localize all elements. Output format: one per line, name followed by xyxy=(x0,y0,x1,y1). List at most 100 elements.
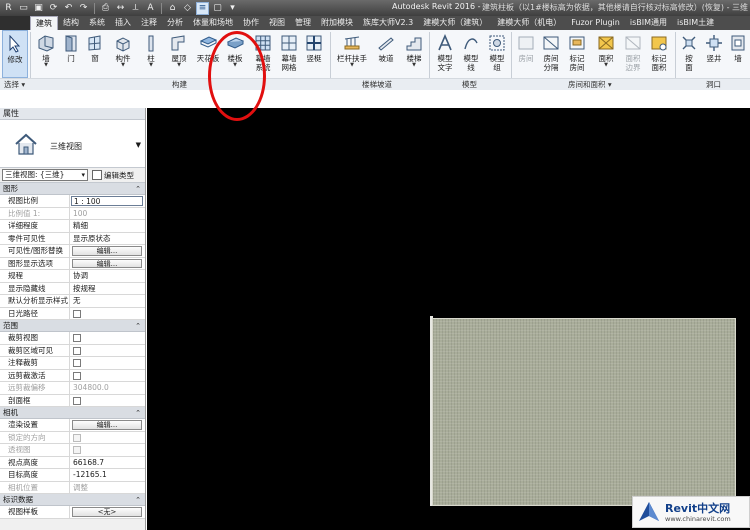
thin-lines-icon[interactable]: ≡ xyxy=(196,1,209,15)
tag-room-button[interactable]: 标记 房间 xyxy=(564,30,590,78)
collapse-icon[interactable]: ⌃ xyxy=(135,407,141,419)
property-value-input[interactable]: 1 : 100 xyxy=(71,196,143,206)
property-value[interactable]: 按规程 xyxy=(73,284,96,293)
section-icon[interactable]: ◇ xyxy=(181,2,194,15)
panel-label-room-area[interactable]: 房间和面积 ▾ xyxy=(568,79,612,90)
property-checkbox[interactable] xyxy=(73,396,81,405)
property-checkbox[interactable] xyxy=(73,346,81,355)
tab-family-library[interactable]: 族库大师V2.3 xyxy=(358,16,418,30)
column-button[interactable]: 柱 ▼ xyxy=(140,30,162,78)
3d-view-icon[interactable]: ⌂ xyxy=(166,2,179,15)
property-value[interactable]: 显示原状态 xyxy=(73,234,111,243)
floor-slab-3d[interactable] xyxy=(432,318,736,506)
tab-annotate[interactable]: 注释 xyxy=(136,16,162,30)
model-line-button[interactable]: 模型 线 xyxy=(458,30,484,78)
room-separator-button[interactable]: 房间 分隔 xyxy=(538,30,564,78)
window-button[interactable]: 窗 xyxy=(84,30,106,78)
collapse-icon[interactable]: ⌃ xyxy=(135,494,141,506)
collapse-icon[interactable]: ⌃ xyxy=(135,320,141,332)
property-checkbox[interactable] xyxy=(73,359,81,367)
save-icon[interactable]: ▣ xyxy=(32,2,45,15)
sync-icon[interactable]: ⟳ xyxy=(47,2,60,15)
property-value[interactable]: 无 xyxy=(73,296,81,305)
property-section-header[interactable]: 范围 ⌃ xyxy=(0,320,145,332)
print-icon[interactable]: ⎙ xyxy=(99,2,112,15)
property-value[interactable]: -12165.1 xyxy=(73,470,107,479)
tab-addins[interactable]: 附加模块 xyxy=(316,16,358,30)
roof-button[interactable]: 屋顶 ▼ xyxy=(166,30,192,78)
railing-button[interactable]: 栏杆扶手 ▼ xyxy=(334,30,370,78)
wall-opening-button[interactable]: 墙 xyxy=(728,30,748,78)
curtain-grid-button[interactable]: 幕墙 网格 xyxy=(276,30,302,78)
component-button[interactable]: 构件 ▼ xyxy=(110,30,136,78)
model-line-icon xyxy=(461,33,481,53)
by-face-button[interactable]: 按 面 xyxy=(678,30,700,78)
area-boundary-button[interactable]: 面积 边界 xyxy=(620,30,646,78)
tab-modeling-arch[interactable]: 建模大师（建筑） xyxy=(418,16,492,30)
redo-icon[interactable]: ↷ xyxy=(77,2,90,15)
tag-area-button[interactable]: 标记 面积 xyxy=(646,30,672,78)
property-edit-button[interactable]: 编辑... xyxy=(72,246,142,256)
ramp-button[interactable]: 坡道 xyxy=(374,30,398,78)
tab-collaborate[interactable]: 协作 xyxy=(238,16,264,30)
text-icon[interactable]: A xyxy=(144,2,157,15)
tab-isbim-general[interactable]: isBIM通用 xyxy=(625,16,672,30)
shaft-button[interactable]: 竖井 xyxy=(702,30,726,78)
undo-icon[interactable]: ↶ xyxy=(62,2,75,15)
3d-view-canvas[interactable] xyxy=(147,108,750,530)
switch-windows-icon[interactable]: ▾ xyxy=(226,2,239,15)
view-instance-select[interactable]: 三维视图: {三维} xyxy=(2,169,88,181)
tab-structure[interactable]: 结构 xyxy=(58,16,84,30)
properties-palette: 属性 三维视图 ▼ 三维视图: {三维} 编辑类型 图形⌃视图比例1 : 100… xyxy=(0,108,146,530)
room-button[interactable]: 房间 xyxy=(514,30,538,78)
tab-insert[interactable]: 插入 xyxy=(110,16,136,30)
dimension-icon[interactable]: ⟂ xyxy=(129,2,142,15)
tab-isbim-civil[interactable]: isBIM土建 xyxy=(672,16,719,30)
open-icon[interactable]: ▭ xyxy=(17,2,30,15)
property-value-cell xyxy=(70,332,145,344)
revit-app-icon[interactable]: R xyxy=(2,2,15,15)
property-checkbox[interactable] xyxy=(73,371,81,380)
panel-label-select[interactable]: 选择 ▾ xyxy=(4,79,25,90)
area-button[interactable]: 面积 ▼ xyxy=(594,30,618,78)
tab-modeling-mep[interactable]: 建模大师（机电） xyxy=(492,16,566,30)
property-key: 目标高度 xyxy=(0,469,70,481)
tab-systems[interactable]: 系统 xyxy=(84,16,110,30)
property-edit-button[interactable]: 编辑... xyxy=(72,420,142,430)
edit-type-button[interactable]: 编辑类型 xyxy=(92,170,134,181)
ramp-icon xyxy=(376,33,396,53)
property-value[interactable]: 66168.7 xyxy=(73,458,104,467)
property-edit-button[interactable]: 编辑... xyxy=(72,258,142,268)
property-edit-button[interactable]: <无> xyxy=(72,507,142,517)
collapse-icon[interactable]: ⌃ xyxy=(135,183,141,195)
property-value[interactable]: 协调 xyxy=(73,271,88,280)
property-checkbox[interactable] xyxy=(73,334,81,342)
property-value[interactable]: 精细 xyxy=(73,221,88,230)
tab-view[interactable]: 视图 xyxy=(264,16,290,30)
measure-icon[interactable]: ↔ xyxy=(114,2,127,15)
type-selector[interactable]: 三维视图 ▼ xyxy=(0,120,145,168)
property-row: 详细程度 精细 xyxy=(0,220,145,233)
property-section-header[interactable]: 标识数据 ⌃ xyxy=(0,494,145,506)
edit-type-label: 编辑类型 xyxy=(104,170,134,180)
stair-button[interactable]: 楼梯 ▼ xyxy=(402,30,426,78)
modify-button[interactable]: 修改 xyxy=(2,30,28,78)
door-button[interactable]: 门 xyxy=(60,30,82,78)
property-section-header[interactable]: 图形 ⌃ xyxy=(0,183,145,195)
model-group-button[interactable]: 模型 组 xyxy=(484,30,510,78)
tab-massing-site[interactable]: 体量和场地 xyxy=(188,16,238,30)
property-section-header[interactable]: 相机 ⌃ xyxy=(0,407,145,419)
tab-architecture[interactable]: 建筑 xyxy=(30,16,58,30)
close-hidden-icon[interactable]: ▢ xyxy=(211,2,224,15)
tab-fuzor[interactable]: Fuzor Plugin xyxy=(566,16,625,30)
tab-manage[interactable]: 管理 xyxy=(290,16,316,30)
property-checkbox[interactable] xyxy=(73,309,81,318)
tab-analyze[interactable]: 分析 xyxy=(162,16,188,30)
tab-app-menu[interactable] xyxy=(0,16,30,30)
mullion-button[interactable]: 竖梃 xyxy=(302,30,326,78)
ribbon: 修改 墙 ▼ 门 窗 构件 ▼ 柱 ▼ 屋顶 ▼ 天花板 楼板 ▼ 幕墙 系统 … xyxy=(0,30,750,90)
app-title: Autodesk Revit 2016 - xyxy=(392,2,481,11)
wall-button[interactable]: 墙 ▼ xyxy=(34,30,58,78)
column-icon xyxy=(141,33,161,53)
model-text-button[interactable]: 模型 文字 xyxy=(432,30,458,78)
